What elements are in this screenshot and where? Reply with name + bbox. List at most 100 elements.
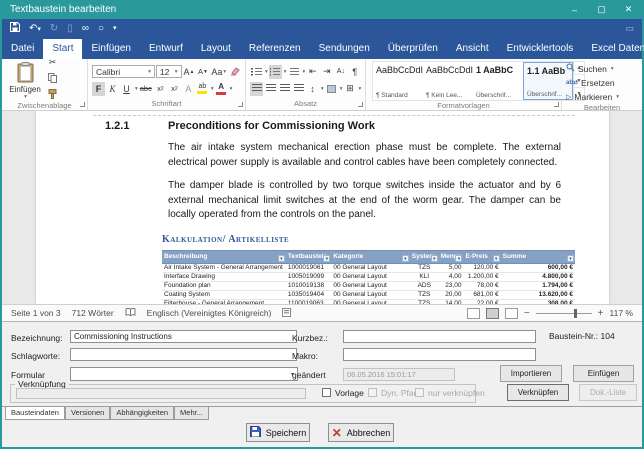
format-painter-icon[interactable]: [46, 87, 59, 101]
bullet-list-icon[interactable]: [250, 65, 263, 79]
font-color-button[interactable]: A: [215, 82, 228, 96]
text-effects-icon[interactable]: A: [182, 82, 195, 96]
italic-button[interactable]: K: [106, 82, 119, 96]
align-right-icon[interactable]: [278, 82, 291, 96]
maximize-button[interactable]: ▢: [588, 0, 615, 19]
zoom-in-icon[interactable]: +: [598, 308, 604, 319]
strikethrough-button[interactable]: abc: [139, 82, 153, 96]
subscript-button[interactable]: x2: [154, 82, 167, 96]
ribbon-tab-datei[interactable]: Datei: [2, 39, 43, 59]
verknuepfen-button[interactable]: Verknüpfen: [507, 384, 569, 401]
checkbox-vorlage[interactable]: Vorlage: [322, 388, 364, 398]
dok-liste-button[interactable]: Dok.-Liste: [579, 384, 637, 401]
dialog-launcher-icon[interactable]: [238, 102, 243, 107]
makro-input[interactable]: [343, 348, 536, 361]
ribbon-tab-sendungen[interactable]: Sendungen: [310, 39, 379, 59]
form-tab-versionen[interactable]: Versionen: [64, 407, 111, 420]
zoom-out-icon[interactable]: −: [524, 308, 530, 319]
increase-indent-icon[interactable]: ⇥: [320, 65, 333, 79]
formular-select[interactable]: ▾: [70, 367, 298, 381]
zoom-level[interactable]: 117 %: [610, 308, 633, 318]
ribbon-tab-entwurf[interactable]: Entwurf: [140, 39, 192, 59]
filter-dropdown-icon[interactable]: ▾: [401, 254, 409, 262]
new-document-icon[interactable]: ▯: [67, 23, 73, 34]
dialog-launcher-icon[interactable]: [554, 102, 559, 107]
macro-status-icon[interactable]: [282, 307, 292, 319]
style-card-2[interactable]: 1 AaBbC Überschrif...: [473, 62, 523, 100]
bezeichnung-input[interactable]: [70, 330, 297, 343]
ribbon-display-options-icon[interactable]: ▭: [625, 23, 634, 34]
sort-icon[interactable]: A↓: [334, 65, 347, 79]
underline-button[interactable]: U: [120, 82, 133, 96]
web-layout-icon[interactable]: [504, 307, 518, 319]
qat-customize-icon[interactable]: ▾: [113, 24, 117, 32]
form-tab-abh-ngigkeiten[interactable]: Abhängigkeiten: [110, 407, 175, 420]
clear-formatting-icon[interactable]: [228, 65, 241, 79]
einfuegen-button[interactable]: Einfügen: [573, 365, 634, 382]
page-indicator[interactable]: Seite 1 von 3: [11, 308, 61, 318]
cut-icon[interactable]: ✂: [46, 55, 59, 69]
style-card-0[interactable]: AaBbCcDdI ¶ Standard: [373, 62, 423, 100]
font-color-dropdown-icon[interactable]: ▾: [230, 86, 233, 92]
copy-icon[interactable]: [46, 71, 59, 85]
filter-dropdown-icon[interactable]: ▾: [323, 254, 331, 262]
decrease-indent-icon[interactable]: ⇤: [306, 65, 319, 79]
word-count[interactable]: 712 Wörter: [72, 308, 114, 318]
zoom-slider[interactable]: [535, 308, 592, 318]
font-size-combo[interactable]: 12 ▾: [155, 65, 182, 78]
print-layout-icon[interactable]: [485, 307, 499, 319]
align-center-icon[interactable]: [264, 82, 277, 96]
superscript-button[interactable]: x2: [168, 82, 181, 96]
select-button[interactable]: ▷ Markieren ▾: [566, 90, 619, 103]
kurzbez-input[interactable]: [343, 330, 536, 343]
redo-icon[interactable]: ↻: [50, 23, 58, 34]
find-button[interactable]: Suchen ▾: [566, 62, 619, 75]
ribbon-tab-ansicht[interactable]: Ansicht: [447, 39, 498, 59]
filter-dropdown-icon[interactable]: ▾: [430, 254, 438, 262]
align-left-icon[interactable]: [250, 81, 263, 96]
ribbon-tab-einf-gen[interactable]: Einfügen: [82, 39, 139, 59]
link-icon[interactable]: ∞: [82, 23, 89, 34]
speichern-button[interactable]: Speichern: [246, 423, 310, 442]
filter-dropdown-icon[interactable]: ▾: [567, 254, 574, 262]
undo-icon[interactable]: ↶▾: [29, 23, 41, 34]
ribbon-tab-referenzen[interactable]: Referenzen: [240, 39, 310, 59]
checkbox-box[interactable]: [322, 388, 331, 397]
ribbon-tab-entwicklertools[interactable]: Entwicklertools: [498, 39, 583, 59]
ribbon-tab-excel-daten[interactable]: Excel Daten: [582, 39, 644, 59]
grow-font-icon[interactable]: A ▲: [183, 65, 196, 79]
change-case-icon[interactable]: Aa ▾: [211, 65, 227, 79]
dialog-launcher-icon[interactable]: [80, 102, 85, 107]
shading-icon[interactable]: [325, 82, 338, 96]
justify-icon[interactable]: [292, 82, 305, 96]
minimize-button[interactable]: –: [561, 0, 588, 19]
underline-dropdown-icon[interactable]: ▾: [135, 86, 138, 92]
line-spacing-icon[interactable]: ↕: [306, 82, 319, 96]
form-tab-bausteindaten[interactable]: Bausteindaten: [5, 407, 65, 420]
highlight-dropdown-icon[interactable]: ▾: [211, 86, 214, 92]
paste-button[interactable]: Einfügen ▾: [6, 62, 44, 100]
read-mode-icon[interactable]: [466, 307, 480, 319]
filter-dropdown-icon[interactable]: ▾: [492, 254, 500, 262]
language-indicator[interactable]: Englisch (Vereinigtes Königreich): [147, 308, 272, 318]
numbered-list-icon[interactable]: [268, 64, 282, 79]
importieren-button[interactable]: Importieren: [500, 365, 562, 382]
shrink-font-icon[interactable]: A ▼: [197, 65, 210, 79]
filter-dropdown-icon[interactable]: ▾: [455, 254, 463, 262]
ribbon-tab--berpr-fen[interactable]: Überprüfen: [379, 39, 447, 59]
bold-button[interactable]: F: [92, 81, 105, 96]
form-tab-mehr-[interactable]: Mehr...: [174, 407, 209, 420]
highlight-color-button[interactable]: ab: [196, 82, 209, 96]
circle-icon[interactable]: ○: [98, 23, 104, 34]
abbrechen-button[interactable]: ✕ Abbrechen: [328, 423, 394, 442]
zoom-slider-thumb[interactable]: [573, 308, 577, 318]
document-page[interactable]: 1.2.1 Preconditions for Commissioning Wo…: [36, 111, 609, 304]
borders-icon[interactable]: ⊞: [344, 82, 357, 96]
font-name-combo[interactable]: Calibri ▾: [92, 65, 155, 78]
ribbon-tab-layout[interactable]: Layout: [192, 39, 240, 59]
style-card-1[interactable]: AaBbCcDdI ¶ Kein Lee...: [423, 62, 473, 100]
pilcrow-icon[interactable]: ¶: [348, 65, 361, 79]
proofing-icon[interactable]: [125, 307, 136, 319]
filter-dropdown-icon[interactable]: ▾: [277, 254, 285, 262]
close-button[interactable]: ✕: [615, 0, 642, 19]
